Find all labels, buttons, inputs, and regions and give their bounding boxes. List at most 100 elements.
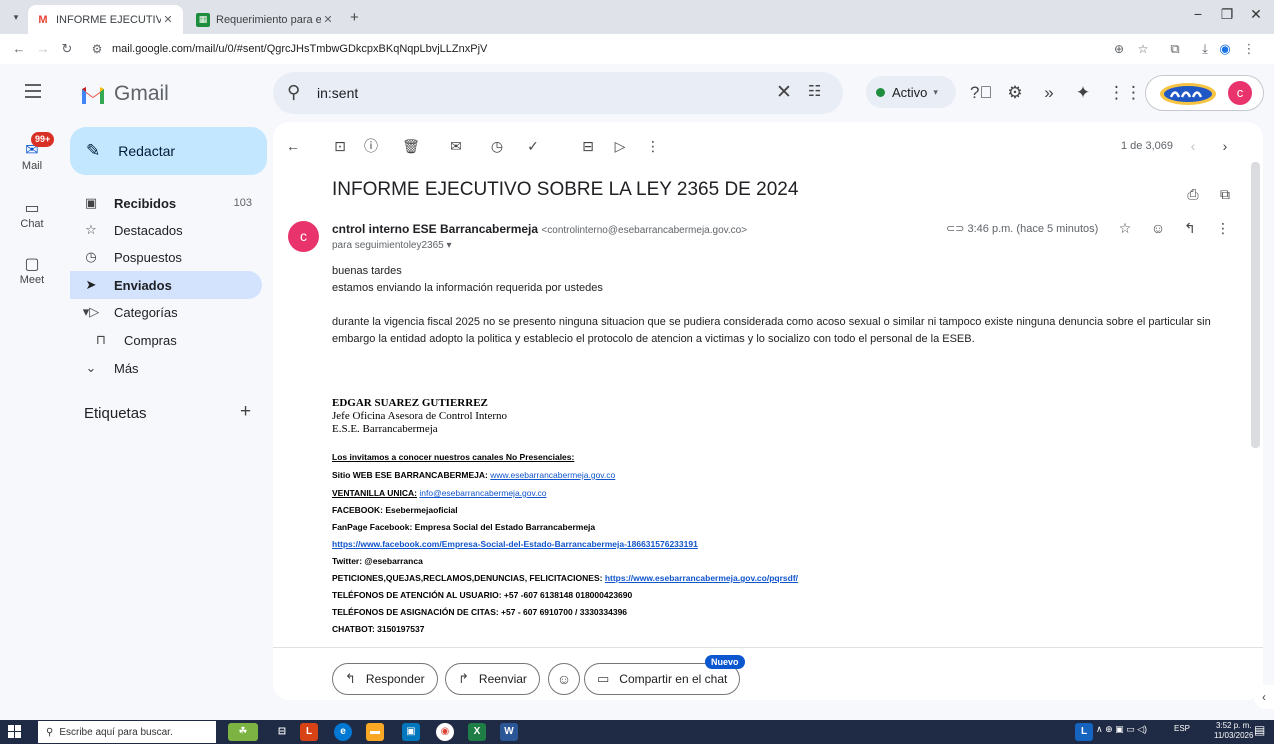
expand-side-panel-icon[interactable]: ‹ xyxy=(1254,685,1274,709)
store-icon[interactable]: ▣ xyxy=(402,723,420,741)
taskbar-search[interactable]: ⚲ Escribe aquí para buscar. xyxy=(38,721,216,743)
signature-pqrs: PETICIONES,QUEJAS,RECLAMOS,DENUNCIAS, FE… xyxy=(332,573,798,583)
sender-name[interactable]: cntrol interno ESE Barrancabermeja xyxy=(332,222,538,236)
clear-search-icon[interactable]: ✕ xyxy=(776,81,792,104)
apps-grid-icon[interactable]: ⋮⋮ xyxy=(1108,82,1142,104)
file-explorer-icon[interactable]: ▬ xyxy=(366,723,384,741)
mail-search-bar[interactable]: ⚲ in:sent ✕ ☷ xyxy=(273,72,843,114)
fanpage-link[interactable]: https://www.facebook.com/Empresa-Social-… xyxy=(332,539,698,549)
system-clock[interactable]: 3:52 p. m. 11/03/2026 xyxy=(1214,721,1253,741)
task-view-icon[interactable]: ⊟ xyxy=(273,723,291,741)
search-input[interactable]: in:sent xyxy=(317,85,358,101)
rail-mail[interactable]: ✉ Mail xyxy=(0,140,64,172)
report-spam-icon[interactable]: ⓘ xyxy=(361,136,381,156)
rail-mail-label: Mail xyxy=(21,160,43,172)
sidebar-item-categories[interactable]: ▾▷ Categorías xyxy=(70,298,262,326)
windows-start-icon[interactable] xyxy=(8,725,22,739)
star-icon[interactable]: ☆ xyxy=(1115,220,1135,237)
add-task-icon[interactable]: ✓ xyxy=(523,136,543,156)
emoji-reaction-icon[interactable]: ☺ xyxy=(1148,220,1168,236)
more-actions-icon[interactable]: ⋮ xyxy=(643,136,663,156)
chat-icon: ▭ xyxy=(24,200,40,217)
forward-button[interactable]: ↱ Reenviar xyxy=(445,663,540,695)
browser-menu-icon[interactable]: ⋮ xyxy=(1240,40,1258,58)
archive-icon[interactable]: ⊡ xyxy=(330,136,350,156)
web-link[interactable]: www.esebarrancabermeja.gov.co xyxy=(490,470,615,480)
sidebar-item-starred[interactable]: ☆ Destacados xyxy=(70,216,262,244)
main-menu-button[interactable] xyxy=(20,80,46,106)
back-icon[interactable]: ← xyxy=(10,40,28,58)
send-icon: ➤ xyxy=(85,277,97,292)
close-icon[interactable]: ✕ xyxy=(321,13,335,26)
older-icon[interactable]: › xyxy=(1215,136,1235,156)
new-tab-button[interactable]: + xyxy=(350,9,359,26)
zoom-icon[interactable]: ⊕ xyxy=(1110,38,1128,60)
reply-icon[interactable]: ↰ xyxy=(1180,220,1200,237)
meet-icon: ▢ xyxy=(24,256,40,273)
browser-tab-sheets[interactable]: ▦ Requerimiento para el cumplim ✕ xyxy=(188,5,343,34)
print-icon[interactable]: ⎙ xyxy=(1183,184,1203,204)
chrome-icon[interactable]: ◉ xyxy=(436,723,454,741)
open-new-window-icon[interactable]: ⧉ xyxy=(1215,184,1235,204)
quick-actions-icon[interactable]: » xyxy=(1038,82,1060,104)
snooze-icon[interactable]: ◷ xyxy=(487,136,507,156)
tab-search-chevron-icon[interactable]: ▾ xyxy=(8,9,24,25)
extensions-icon[interactable]: ⧉ xyxy=(1166,40,1184,58)
notifications-icon[interactable]: ▤ xyxy=(1254,723,1265,737)
close-icon[interactable]: ✕ xyxy=(161,13,175,26)
delete-icon[interactable]: 🗑 xyxy=(401,136,421,156)
back-to-list-icon[interactable]: ← xyxy=(283,136,303,156)
sidebar-item-snoozed[interactable]: ◷ Pospuestos xyxy=(70,243,262,271)
excel-icon[interactable]: X xyxy=(468,723,486,741)
window-close-icon[interactable]: ✕ xyxy=(1241,6,1271,23)
restore-icon[interactable]: ❐ xyxy=(1212,6,1242,23)
compose-button[interactable]: ✎ Redactar xyxy=(70,127,267,175)
minimize-icon[interactable]: − xyxy=(1183,6,1213,22)
more-options-icon[interactable]: ⋮ xyxy=(1213,220,1233,237)
download-icon[interactable]: ⤓ xyxy=(1196,40,1214,58)
sidebar-item-purchases[interactable]: ⊓ Compras xyxy=(70,326,262,354)
site-settings-icon[interactable]: ⚙ xyxy=(88,38,106,60)
label-icon[interactable]: ▷ xyxy=(610,136,630,156)
mark-unread-icon[interactable]: ✉ xyxy=(446,136,466,156)
rail-chat[interactable]: ▭ Chat xyxy=(0,198,64,230)
reply-button[interactable]: ↰ Responder xyxy=(332,663,438,695)
move-to-icon[interactable]: ⊟ xyxy=(578,136,598,156)
edge-icon[interactable]: e xyxy=(334,723,352,741)
signature-fanpage: FanPage Facebook: Empresa Social del Est… xyxy=(332,522,596,532)
taskbar-search-placeholder: Escribe aquí para buscar. xyxy=(59,726,173,738)
input-language[interactable]: ESP xyxy=(1174,724,1190,733)
news-widget-icon[interactable]: ☘ xyxy=(228,723,258,741)
forward-icon[interactable]: → xyxy=(34,40,52,58)
search-options-icon[interactable]: ☷ xyxy=(808,82,821,100)
app-l-icon[interactable]: L xyxy=(300,723,318,741)
scrollbar[interactable] xyxy=(1251,162,1260,448)
gmail-logo[interactable]: Gmail xyxy=(80,82,169,106)
system-tray-icons[interactable]: ∧ ⊕ ▣ ▭ ◁) xyxy=(1096,724,1147,735)
word-icon[interactable]: W xyxy=(500,723,518,741)
rail-meet[interactable]: ▢ Meet xyxy=(0,254,64,286)
account-avatar[interactable]: c xyxy=(1228,81,1252,105)
newer-icon[interactable]: ‹ xyxy=(1183,136,1203,156)
address-bar[interactable]: ⚙ mail.google.com/mail/u/0/#sent/QgrcJHs… xyxy=(84,38,1264,60)
pqrs-link[interactable]: https://www.esebarrancabermeja.gov.co/pq… xyxy=(605,573,798,583)
browser-tab-gmail[interactable]: M INFORME EJECUTIVO SOBRE LA ✕ xyxy=(28,5,183,34)
profile-icon[interactable]: ◉ xyxy=(1216,40,1234,58)
status-selector[interactable]: Activo ▾ xyxy=(866,76,956,108)
gemini-icon[interactable]: ✦ xyxy=(1072,82,1094,104)
add-label-icon[interactable]: + xyxy=(240,401,251,423)
search-icon[interactable]: ⚲ xyxy=(287,82,300,103)
sidebar-item-more[interactable]: ⌄ Más xyxy=(70,354,262,382)
emoji-button[interactable]: ☺ xyxy=(548,663,580,695)
sidebar-item-inbox[interactable]: ▣ Recibidos 103 xyxy=(70,189,262,217)
sidebar-item-sent[interactable]: ➤ Enviados xyxy=(70,271,262,299)
status-dot-icon xyxy=(876,87,885,97)
support-icon[interactable]: ?⃝ xyxy=(970,82,992,104)
signature-window: VENTANILLA UNICA: info@esebarrancabermej… xyxy=(332,488,546,498)
window-link[interactable]: info@esebarrancabermeja.gov.co xyxy=(419,488,546,498)
bookmark-star-icon[interactable]: ☆ xyxy=(1134,38,1152,60)
tray-app-icon[interactable]: L xyxy=(1075,723,1093,741)
recipient-line[interactable]: para seguimientoley2365 ▾ xyxy=(332,240,452,251)
settings-icon[interactable]: ⚙ xyxy=(1004,82,1026,104)
reload-icon[interactable]: ↻ xyxy=(58,40,76,58)
